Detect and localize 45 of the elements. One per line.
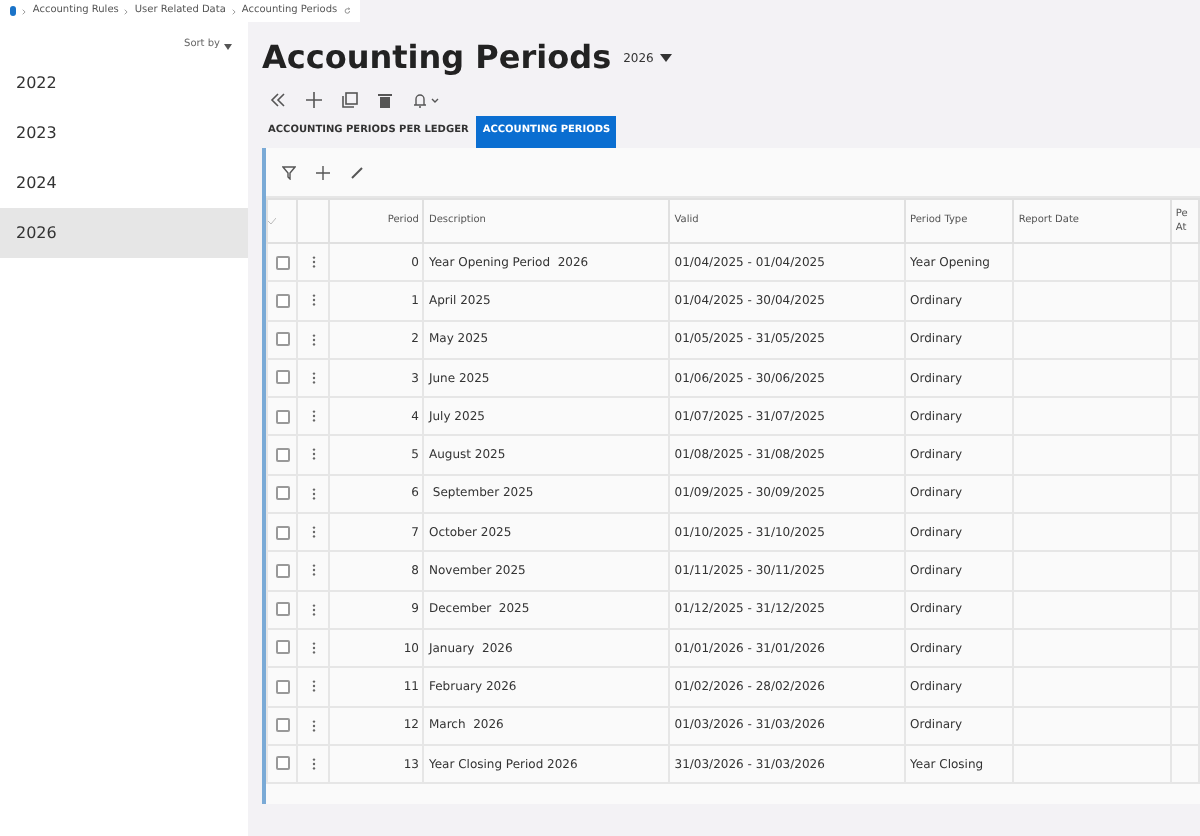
- collapse-icon[interactable]: [270, 92, 286, 108]
- add-icon[interactable]: [306, 92, 322, 108]
- more-options-icon[interactable]: [311, 757, 316, 770]
- filter-icon[interactable]: [282, 165, 296, 179]
- edit-icon[interactable]: [350, 165, 364, 179]
- row-checkbox[interactable]: [275, 332, 290, 347]
- bell-icon[interactable]: [412, 92, 440, 108]
- row-checkbox[interactable]: [275, 640, 290, 655]
- more-options-icon[interactable]: [311, 371, 316, 384]
- row-checkbox[interactable]: [275, 255, 290, 269]
- select-all-check-icon[interactable]: [268, 218, 276, 224]
- more-options-icon[interactable]: [311, 564, 316, 577]
- row-checkbox[interactable]: [275, 718, 290, 733]
- more-options-icon[interactable]: [311, 526, 316, 539]
- more-options-icon[interactable]: [311, 448, 316, 461]
- chevron-right-icon: [231, 7, 236, 15]
- row-checkbox[interactable]: [275, 525, 290, 540]
- more-options-icon[interactable]: [311, 410, 316, 423]
- row-checkbox[interactable]: [275, 409, 290, 424]
- add-icon[interactable]: [316, 165, 330, 179]
- more-options-icon[interactable]: [311, 256, 316, 268]
- chevron-right-icon: [124, 7, 129, 15]
- row-checkbox[interactable]: [275, 447, 290, 462]
- more-options-icon[interactable]: [311, 603, 316, 616]
- more-options-icon[interactable]: [311, 487, 316, 500]
- more-options-icon[interactable]: [311, 294, 316, 307]
- more-options-icon[interactable]: [311, 333, 316, 346]
- row-checkbox[interactable]: [275, 602, 290, 617]
- row-checkbox[interactable]: [275, 679, 290, 694]
- delete-icon[interactable]: [378, 92, 392, 108]
- copy-icon[interactable]: [342, 92, 358, 108]
- row-checkbox[interactable]: [275, 293, 290, 308]
- year-list-item[interactable]: 2026: [0, 208, 248, 258]
- row-checkbox[interactable]: [275, 563, 290, 578]
- page-title: Accounting Periods: [262, 36, 612, 80]
- row-checkbox[interactable]: [275, 370, 290, 385]
- home-icon[interactable]: [10, 6, 17, 16]
- chevron-right-icon: [22, 7, 27, 15]
- row-checkbox[interactable]: [275, 756, 290, 771]
- caret-icon: [659, 54, 672, 62]
- more-options-icon[interactable]: [311, 641, 316, 654]
- more-options-icon[interactable]: [311, 680, 316, 693]
- caret-icon: [224, 43, 232, 49]
- row-checkbox[interactable]: [275, 486, 290, 501]
- more-options-icon[interactable]: [311, 719, 316, 732]
